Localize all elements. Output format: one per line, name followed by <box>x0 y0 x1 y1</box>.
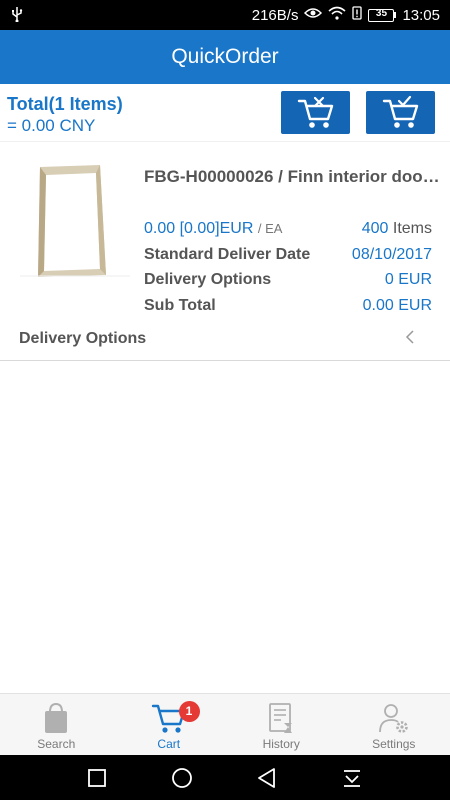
page-title: QuickOrder <box>171 45 279 68</box>
unit: / EA <box>257 221 283 236</box>
square-icon <box>88 769 106 787</box>
bag-icon <box>45 702 68 733</box>
delivery-options-toggle[interactable]: Delivery Options <box>0 325 450 357</box>
tab-search-label: Search <box>37 737 76 751</box>
network-speed: 216B/s <box>251 6 299 24</box>
alert-icon <box>352 6 363 24</box>
sub-total-label: Sub Total <box>144 297 216 314</box>
sub-total-value: 0.00 EUR <box>362 297 432 314</box>
standard-delivery-row: Standard Deliver Date 08/10/2017 <box>144 246 432 268</box>
system-nav-bar <box>0 755 450 800</box>
delivery-options-value: 0 EUR <box>384 271 432 288</box>
delivery-options-label: Delivery Options <box>144 271 272 288</box>
notification-pull-button[interactable] <box>337 763 367 793</box>
status-bar: 216B/s 35 13:05 <box>0 0 450 30</box>
tab-history[interactable]: History <box>225 694 338 756</box>
tab-bar: Search 1 Cart History Settings <box>0 693 450 755</box>
price-row: 0.00 [0.00]EUR / EA 400 Items <box>144 220 432 242</box>
unit-price: 0.00 [0.00]EUR <box>144 220 254 237</box>
user-settings-icon <box>378 704 408 733</box>
battery-level: 35 <box>375 7 388 19</box>
app-header: QuickOrder <box>0 30 450 84</box>
cart-check-icon <box>382 95 418 128</box>
delivery-options-title: Delivery Options <box>19 330 147 347</box>
cart-clear-icon <box>297 96 333 128</box>
quantity[interactable]: 400 <box>362 220 389 237</box>
quantity-unit: Items <box>392 220 432 237</box>
clear-cart-button[interactable] <box>281 91 350 134</box>
circle-icon <box>172 768 192 788</box>
product-name: FBG-H00000026 / Finn interior door frame <box>144 167 440 186</box>
product-image <box>20 157 130 277</box>
tab-cart-label: Cart <box>157 737 181 751</box>
back-button[interactable] <box>252 763 282 793</box>
home-button[interactable] <box>167 763 197 793</box>
usb-icon <box>10 6 24 26</box>
total-value: = 0.00 CNY <box>7 116 96 135</box>
clock: 13:05 <box>402 6 440 24</box>
tab-history-label: History <box>262 737 300 751</box>
triangle-back-icon <box>258 768 275 788</box>
chevron-left-icon[interactable] <box>405 329 415 350</box>
cart-item[interactable]: FBG-H00000026 / Finn interior door frame… <box>0 143 450 361</box>
checkout-cart-button[interactable] <box>366 91 435 134</box>
standard-delivery-date: 08/10/2017 <box>351 246 432 263</box>
wifi-icon <box>328 6 346 24</box>
recent-apps-button[interactable] <box>82 763 112 793</box>
tab-settings[interactable]: Settings <box>338 694 450 756</box>
order-summary: Total(1 Items) = 0.00 CNY <box>0 84 450 142</box>
total-items-label: Total(1 Items) <box>7 94 123 114</box>
cart-count-badge: 1 <box>178 701 200 722</box>
delivery-options-row: Delivery Options 0 EUR <box>144 271 432 293</box>
sub-total-row: Sub Total 0.00 EUR <box>144 297 432 319</box>
tab-cart[interactable]: 1 Cart <box>113 694 226 756</box>
tab-search[interactable]: Search <box>0 694 113 756</box>
eye-icon <box>304 6 323 24</box>
history-icon <box>269 703 293 733</box>
pull-down-icon <box>344 770 360 787</box>
standard-delivery-label: Standard Deliver Date <box>144 246 311 263</box>
tab-settings-label: Settings <box>372 737 416 751</box>
battery-icon: 35 <box>368 7 397 22</box>
